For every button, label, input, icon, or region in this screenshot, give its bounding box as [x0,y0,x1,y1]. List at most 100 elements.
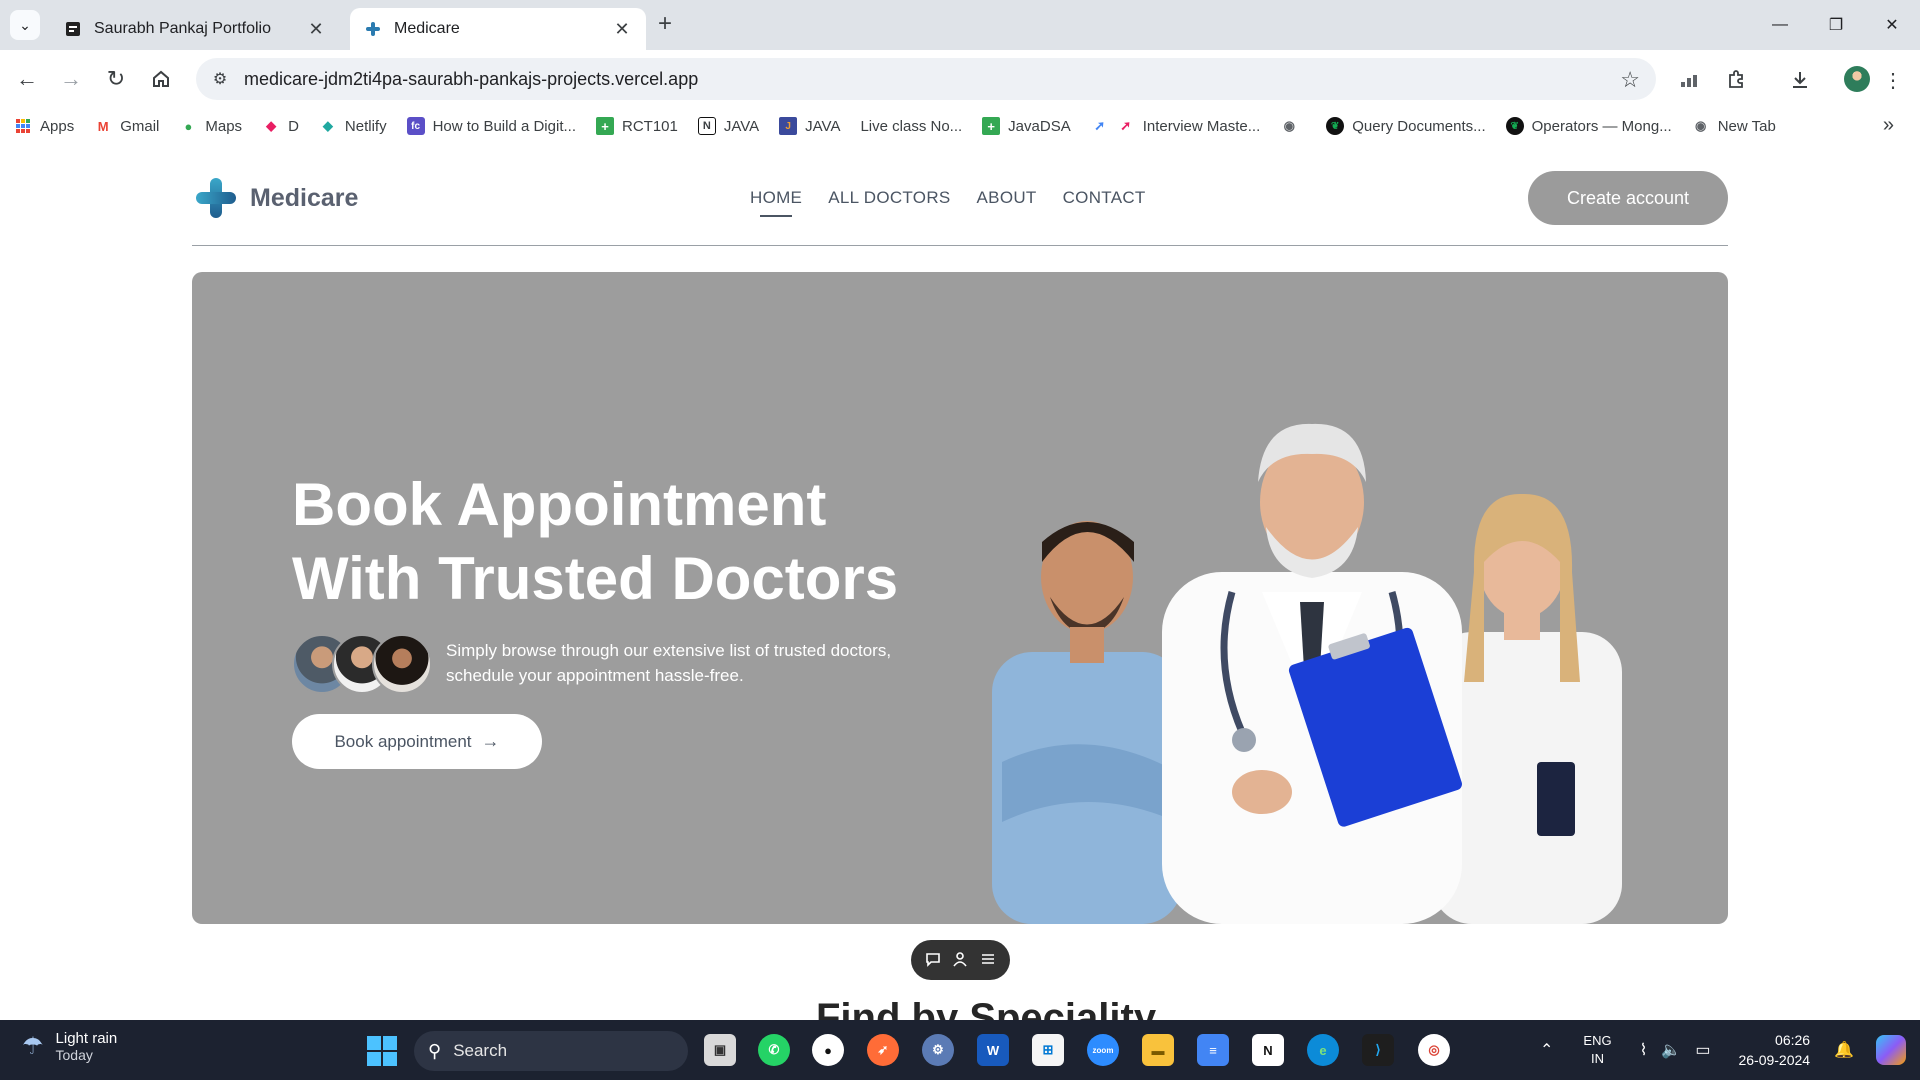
tab-search-button[interactable]: ⌄ [10,10,40,40]
battery-icon[interactable]: ▭ [1695,1040,1710,1060]
whatsapp-icon[interactable]: ✆ [758,1034,790,1066]
weather-widget[interactable]: ☂ Light rain Today [22,1030,117,1063]
store-icon[interactable]: ⊞ [1032,1034,1064,1066]
postman-icon[interactable]: ➶ [867,1034,899,1066]
doctor-left-figure [992,521,1182,924]
search-label: Search [453,1041,508,1060]
wifi-icon[interactable]: ⌇ [1640,1040,1648,1060]
doctor-center-figure [1162,423,1462,924]
extensions-icon[interactable] [1722,66,1750,94]
bookmark-label: D [288,117,299,135]
bookmark-label: Operators — Mong... [1531,117,1672,135]
file-explorer-icon[interactable]: ▬ [1142,1034,1174,1066]
bookmark-live-class[interactable]: Live class No... [860,118,962,135]
new-tab-button[interactable]: + [652,12,678,38]
clock[interactable]: 06:26 26-09-2024 [1738,1030,1810,1070]
close-window-icon[interactable]: ✕ [1864,0,1920,50]
bookmark-java-notion[interactable]: N JAVA [697,117,759,135]
bookmark-label: JAVA [805,117,841,135]
main-nav: HOME ALL DOCTORS ABOUT CONTACT [750,188,1172,217]
chrome-icon[interactable]: ◎ [1418,1034,1450,1066]
close-tab-icon[interactable]: ✕ [612,19,632,40]
more-bookmarks-icon[interactable]: » [1883,114,1894,137]
task-view-icon[interactable]: ▣ [704,1034,736,1066]
nav-contact[interactable]: CONTACT [1063,188,1146,208]
menu-list-icon[interactable] [977,951,999,970]
notification-bell-icon[interactable]: 🔔 [1834,1040,1854,1060]
bookmark-d[interactable]: ◆ D [262,117,299,135]
nav-home[interactable]: HOME [750,188,802,217]
site-settings-icon[interactable]: ⚙ [206,65,234,93]
chevron-up-icon[interactable]: ⌃ [1540,1040,1553,1060]
bookmark-operators-mongo[interactable]: ❦ Operators — Mong... [1505,117,1672,135]
book-appointment-label: Book appointment [334,731,472,751]
github-icon[interactable]: ● [812,1034,844,1066]
bookmark-globe[interactable]: ◉ [1280,117,1306,135]
back-icon[interactable]: ← [12,64,42,94]
downloads-icon[interactable] [1786,66,1814,94]
nav-all-doctors[interactable]: ALL DOCTORS [828,188,950,208]
notion-icon[interactable]: N [1252,1034,1284,1066]
tab-medicare[interactable]: Medicare ✕ [350,8,646,50]
globe-icon: ◉ [1283,118,1295,133]
browser-toolbar: ← → ↻ ⚙ medicare-jdm2ti4pa-saurabh-panka… [0,50,1920,108]
window-controls: — ❐ ✕ [1752,0,1920,50]
minimize-icon[interactable]: — [1752,0,1808,50]
plus-green-icon: + [982,117,1001,135]
globe-icon: ◉ [1695,118,1707,133]
bookmark-new-tab[interactable]: ◉ New Tab [1692,117,1776,135]
windows-start-icon[interactable] [367,1036,397,1066]
plus-green-icon: + [596,117,614,135]
copilot-icon[interactable] [1876,1035,1906,1065]
taskbar-search[interactable]: ⚲ Search [414,1031,688,1071]
profile-avatar[interactable] [1844,66,1870,92]
url-text[interactable]: medicare-jdm2ti4pa-saurabh-pankajs-proje… [244,69,698,90]
language-indicator[interactable]: ENG IN [1583,1032,1611,1068]
bookmark-gmail[interactable]: M Gmail [94,117,160,135]
bookmark-netlify[interactable]: ◆ Netlify [319,117,387,135]
browser-menu-icon[interactable]: ⋮ [1879,66,1907,94]
address-bar[interactable]: ⚙ medicare-jdm2ti4pa-saurabh-pankajs-pro… [196,58,1656,100]
bookmark-label: New Tab [1717,117,1776,135]
bookmark-javadsa[interactable]: + JavaDSA [982,117,1071,135]
bookmark-how-to-build[interactable]: fc How to Build a Digit... [406,117,576,135]
bookmark-maps[interactable]: ● Maps [179,117,242,135]
restore-icon[interactable]: ❐ [1808,0,1864,50]
web-page: Medicare HOME ALL DOCTORS ABOUT CONTACT … [0,144,1920,1020]
user-icon[interactable] [949,951,971,970]
zoom-icon[interactable]: zoom [1087,1034,1119,1066]
hero-title-line: Book Appointment [292,471,827,538]
mongodb-icon: ❦ [1326,117,1345,135]
bookmark-query-documents[interactable]: ❦ Query Documents... [1326,117,1486,135]
bookmark-java[interactable]: J JAVA [779,117,840,135]
home-icon[interactable] [146,64,176,94]
reload-icon[interactable]: ↻ [101,64,131,94]
book-appointment-button[interactable]: Book appointment → [292,714,542,769]
java-icon: J [779,117,798,135]
tab-portfolio[interactable]: Saurabh Pankaj Portfolio ✕ [50,8,340,50]
medical-cross-icon [196,178,236,218]
bookmark-rct101[interactable]: + RCT101 [596,117,678,135]
edge-icon[interactable]: e [1307,1034,1339,1066]
forward-icon[interactable]: → [56,64,86,94]
maps-pin-icon: ● [184,118,193,134]
rocket-icon: ➚ [1120,118,1132,133]
bookmark-interview-master[interactable]: ➚ ➚ Interview Maste... [1091,117,1260,135]
brand-logo[interactable]: Medicare [196,178,358,218]
vscode-icon[interactable]: ⟩ [1362,1034,1394,1066]
volume-icon[interactable]: 🔈 [1661,1040,1681,1060]
arrow-right-icon: → [481,731,500,751]
nav-about[interactable]: ABOUT [977,188,1037,208]
create-account-button[interactable]: Create account [1528,171,1728,225]
clock-date: 26-09-2024 [1738,1052,1811,1068]
word-icon[interactable]: W [977,1034,1009,1066]
settings-gear-icon[interactable]: ⚙ [922,1034,954,1066]
bookmark-label: Netlify [344,117,387,135]
chat-icon[interactable] [922,951,944,970]
bookmark-apps[interactable]: Apps [14,117,74,135]
google-docs-icon[interactable]: ≡ [1197,1034,1229,1066]
close-tab-icon[interactable]: ✕ [306,19,326,40]
bookmark-star-icon[interactable]: ☆ [1620,67,1640,93]
performance-icon[interactable] [1677,66,1705,94]
bookmark-label: RCT101 [622,117,678,135]
